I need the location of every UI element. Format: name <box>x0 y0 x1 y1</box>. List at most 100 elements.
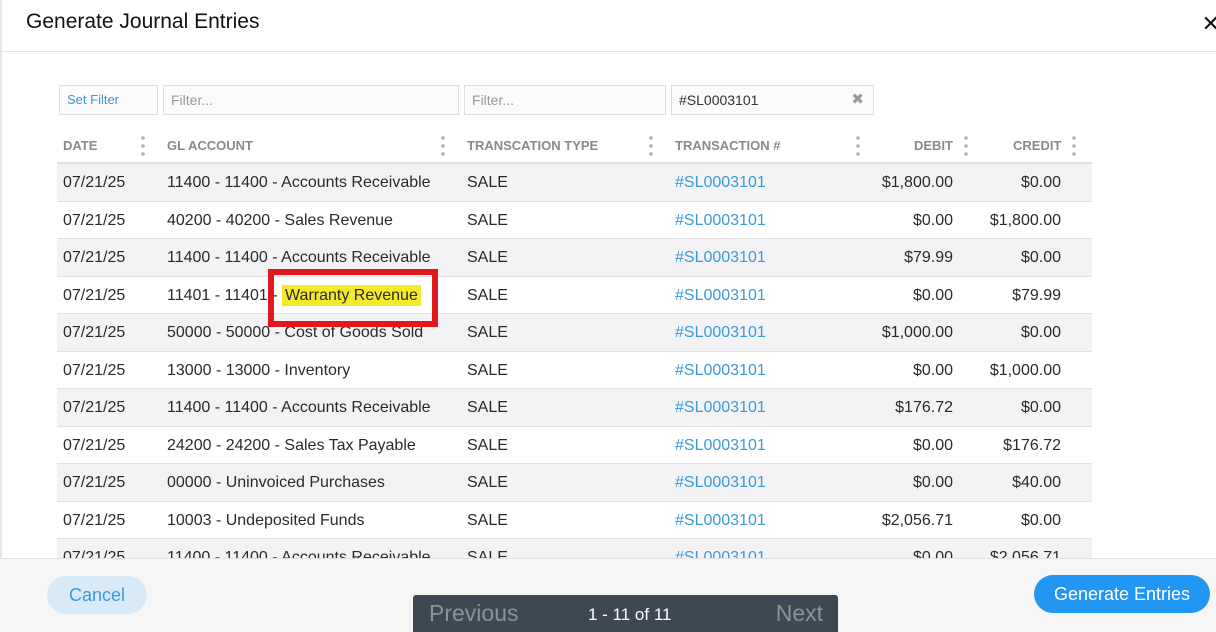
transaction-number-filter-input[interactable]: #SL0003101 ✖ <box>671 85 874 115</box>
column-header-transaction-type[interactable]: TRANSCATION TYPE <box>467 128 598 164</box>
cell-debit: $0.00 <box>912 549 953 558</box>
set-filter-button[interactable]: Set Filter <box>59 85 158 115</box>
cell-transaction-type: SALE <box>467 286 508 304</box>
cell-credit: $0.00 <box>1020 174 1061 191</box>
cell-debit: $0.00 <box>912 436 953 454</box>
column-header-date[interactable]: DATE <box>63 128 97 164</box>
table-row[interactable]: 07/21/25 24200 - 24200 - Sales Tax Payab… <box>57 426 1092 464</box>
cell-date: 07/21/25 <box>63 174 126 191</box>
cell-transaction-type: SALE <box>467 511 508 529</box>
table-row[interactable]: 07/21/25 11400 - 11400 - Accounts Receiv… <box>57 389 1092 427</box>
cell-transaction-type: SALE <box>467 549 508 558</box>
table-row[interactable]: 07/21/25 11401 - 11401 - Warranty Revenu… <box>57 276 1092 314</box>
transaction-link[interactable]: #SL0003101 <box>675 164 766 201</box>
cell-transaction-type: SALE <box>467 249 508 266</box>
column-resize-handle-transaction-type[interactable] <box>649 134 653 156</box>
transaction-link[interactable]: #SL0003101 <box>675 464 766 501</box>
cell-gl-account: 11401 - 11401 - Warranty Revenue <box>167 277 421 314</box>
cell-gl-account: 40200 - 40200 - Sales Revenue <box>167 211 393 229</box>
cell-date: 07/21/25 <box>63 511 126 529</box>
cell-date: 07/21/25 <box>63 286 126 304</box>
cell-credit: $176.72 <box>1003 436 1061 454</box>
cell-gl-account: 11400 - 11400 - Accounts Receivable <box>167 174 431 191</box>
cell-debit: $2,056.71 <box>881 511 953 529</box>
dialog-title: Generate Journal Entries <box>26 10 260 33</box>
cell-debit: $0.00 <box>912 286 953 304</box>
table-row[interactable]: 07/21/25 00000 - Uninvoiced Purchases SA… <box>57 464 1092 502</box>
cell-debit: $0.00 <box>912 361 953 379</box>
cell-credit: $0.00 <box>1020 324 1061 341</box>
cell-debit: $0.00 <box>912 474 953 491</box>
transaction-link[interactable]: #SL0003101 <box>675 202 766 239</box>
column-header-gl-account[interactable]: GL ACCOUNT <box>167 128 253 164</box>
cell-credit: $1,800.00 <box>989 211 1061 229</box>
cell-debit: $0.00 <box>912 211 953 229</box>
transaction-link[interactable]: #SL0003101 <box>675 502 766 539</box>
cell-debit: $1,000.00 <box>881 324 953 341</box>
cell-debit: $1,800.00 <box>881 174 953 191</box>
cell-transaction-type: SALE <box>467 474 508 491</box>
page-info: 1 - 11 of 11 <box>588 605 672 624</box>
column-resize-handle-transaction-number[interactable] <box>856 134 860 156</box>
dialog-header: Generate Journal Entries ✕ <box>0 0 1216 52</box>
previous-page-button[interactable]: Previous <box>429 600 518 627</box>
cell-transaction-type: SALE <box>467 211 508 229</box>
cell-transaction-type: SALE <box>467 361 508 379</box>
transaction-type-filter-input[interactable]: Filter... <box>464 85 666 115</box>
transaction-link[interactable]: #SL0003101 <box>675 314 766 351</box>
cell-gl-account: 13000 - 13000 - Inventory <box>167 361 351 379</box>
cell-gl-account: 11400 - 11400 - Accounts Receivable <box>167 249 431 266</box>
column-header-credit[interactable]: CREDIT <box>1013 128 1061 164</box>
table-row[interactable]: 07/21/25 40200 - 40200 - Sales Revenue S… <box>57 201 1092 239</box>
close-icon[interactable]: ✕ <box>1202 11 1216 37</box>
cell-transaction-type: SALE <box>467 324 508 341</box>
cell-debit: $79.99 <box>904 249 953 266</box>
cell-gl-account: 50000 - 50000 - Cost of Goods Sold <box>167 324 424 341</box>
transaction-filter-value: #SL0003101 <box>679 92 759 108</box>
table-row[interactable]: 07/21/25 11400 - 11400 - Accounts Receiv… <box>57 164 1092 202</box>
transaction-link[interactable]: #SL0003101 <box>675 239 766 276</box>
cell-date: 07/21/25 <box>63 549 126 558</box>
column-header-transaction-number[interactable]: TRANSACTION # <box>675 128 780 164</box>
table-row[interactable]: 07/21/25 10003 - Undeposited Funds SALE … <box>57 501 1092 539</box>
table-header: DATE GL ACCOUNT TRANSCATION TYPE TRANSAC… <box>57 128 1092 164</box>
column-resize-handle-credit[interactable] <box>1072 134 1076 156</box>
transaction-link[interactable]: #SL0003101 <box>675 277 766 314</box>
cell-gl-account: 11400 - 11400 - Accounts Receivable <box>167 549 431 558</box>
cell-date: 07/21/25 <box>63 474 126 491</box>
table-row[interactable]: 07/21/25 11400 - 11400 - Accounts Receiv… <box>57 539 1092 558</box>
gl-account-prefix: 11401 - 11401 - <box>167 286 283 304</box>
next-page-button[interactable]: Next <box>776 600 823 627</box>
transaction-link[interactable]: #SL0003101 <box>675 389 766 426</box>
transaction-link[interactable]: #SL0003101 <box>675 352 766 389</box>
cell-credit: $40.00 <box>1012 474 1061 491</box>
column-header-debit[interactable]: DEBIT <box>914 128 953 164</box>
cancel-button[interactable]: Cancel <box>47 576 147 614</box>
clear-x-icon[interactable]: ✖ <box>851 86 864 114</box>
transaction-link[interactable]: #SL0003101 <box>675 539 766 558</box>
cell-gl-account: 00000 - Uninvoiced Purchases <box>167 474 385 491</box>
column-resize-handle-debit[interactable] <box>964 134 968 156</box>
generate-entries-button[interactable]: Generate Entries <box>1034 575 1210 613</box>
table-row[interactable]: 07/21/25 13000 - 13000 - Inventory SALE … <box>57 351 1092 389</box>
cell-credit: $0.00 <box>1020 511 1061 529</box>
cell-gl-account: 11400 - 11400 - Accounts Receivable <box>167 399 431 416</box>
cell-transaction-type: SALE <box>467 174 508 191</box>
transaction-link[interactable]: #SL0003101 <box>675 427 766 464</box>
table-row[interactable]: 07/21/25 50000 - 50000 - Cost of Goods S… <box>57 314 1092 352</box>
column-resize-handle-gl-account[interactable] <box>441 134 445 156</box>
column-resize-handle-date[interactable] <box>141 134 145 156</box>
gl-account-filter-input[interactable]: Filter... <box>163 85 459 115</box>
cell-gl-account: 24200 - 24200 - Sales Tax Payable <box>167 436 416 454</box>
left-edge <box>0 0 2 632</box>
table-body: 07/21/25 11400 - 11400 - Accounts Receiv… <box>57 164 1092 558</box>
pagination-bar: Previous 1 - 11 of 11 Next <box>413 595 838 632</box>
cell-credit: $2,056.71 <box>989 549 1061 558</box>
table-row[interactable]: 07/21/25 11400 - 11400 - Accounts Receiv… <box>57 239 1092 277</box>
cell-date: 07/21/25 <box>63 324 126 341</box>
cell-credit: $79.99 <box>1012 286 1061 304</box>
cell-date: 07/21/25 <box>63 436 126 454</box>
cell-debit: $176.72 <box>895 399 953 416</box>
cell-transaction-type: SALE <box>467 436 508 454</box>
cell-credit: $0.00 <box>1020 399 1061 416</box>
